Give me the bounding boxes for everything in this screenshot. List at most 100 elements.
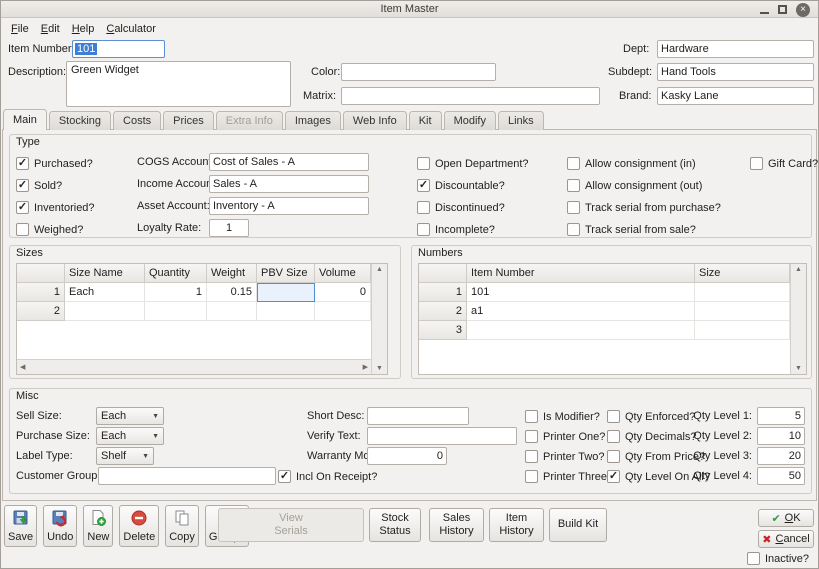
- checkbox-inactive[interactable]: Inactive?: [747, 551, 809, 566]
- tab-modify[interactable]: Modify: [443, 111, 496, 130]
- dept-input[interactable]: [657, 40, 814, 58]
- column-header-size-name[interactable]: Size Name: [65, 264, 145, 283]
- short-desc-input[interactable]: [367, 407, 469, 425]
- row-number-cell[interactable]: 2: [419, 302, 467, 321]
- checkbox-icon[interactable]: [750, 157, 763, 170]
- checkbox-icon[interactable]: [525, 430, 538, 443]
- checkbox-printer-two[interactable]: Printer Two?: [525, 449, 605, 464]
- checkbox-incl-on-receipt[interactable]: Incl On Receipt?: [278, 469, 377, 484]
- row-number-cell[interactable]: 3: [419, 321, 467, 340]
- description-input[interactable]: Green Widget: [66, 61, 291, 107]
- cell-volume[interactable]: 0: [315, 283, 371, 302]
- item-history-button[interactable]: Item History: [489, 508, 544, 542]
- undo-button[interactable]: Undo: [43, 505, 78, 547]
- checkbox-icon[interactable]: [16, 223, 29, 236]
- checkbox-icon[interactable]: [417, 157, 430, 170]
- save-button[interactable]: Save: [4, 505, 38, 547]
- tab-prices[interactable]: Prices: [163, 111, 214, 130]
- column-header-weight[interactable]: Weight: [207, 264, 257, 283]
- checkbox-icon[interactable]: [417, 179, 430, 192]
- cell-volume[interactable]: [315, 302, 371, 321]
- checkbox-qty-enforced[interactable]: Qty Enforced?: [607, 409, 695, 424]
- income-account-input[interactable]: [209, 175, 369, 193]
- checkbox-allow-consignment-out[interactable]: Allow consignment (out): [567, 178, 702, 193]
- checkbox-icon[interactable]: [525, 470, 538, 483]
- checkbox-icon[interactable]: [525, 410, 538, 423]
- vertical-scrollbar[interactable]: ▲ ▼: [790, 264, 806, 374]
- cell-pbv-size[interactable]: [257, 283, 315, 302]
- tab-images[interactable]: Images: [284, 111, 341, 130]
- asset-account-input[interactable]: [209, 197, 369, 215]
- checkbox-icon[interactable]: [607, 470, 620, 483]
- menu-calculator[interactable]: Calculator: [101, 21, 161, 37]
- column-header-size[interactable]: Size: [695, 264, 790, 283]
- cell-quantity[interactable]: [145, 302, 207, 321]
- tab-costs[interactable]: Costs: [113, 111, 162, 130]
- checkbox-open-department[interactable]: Open Department?: [417, 156, 529, 171]
- tab-kit[interactable]: Kit: [408, 111, 442, 130]
- cell-size[interactable]: [695, 321, 790, 340]
- checkbox-icon[interactable]: [16, 179, 29, 192]
- color-input[interactable]: [341, 63, 496, 81]
- ok-button[interactable]: ✔ OK: [758, 509, 814, 527]
- minimize-icon[interactable]: [760, 6, 769, 14]
- menu-help[interactable]: Help: [67, 21, 100, 37]
- copy-button[interactable]: Copy: [165, 505, 199, 547]
- column-header-item-number[interactable]: Item Number: [467, 264, 695, 283]
- sales-history-button[interactable]: Sales History: [429, 508, 484, 542]
- scroll-up-icon[interactable]: ▲: [792, 264, 805, 275]
- checkbox-is-modifier[interactable]: Is Modifier?: [525, 409, 600, 424]
- checkbox-allow-consignment-in[interactable]: Allow consignment (in): [567, 156, 696, 171]
- close-icon[interactable]: ×: [796, 2, 810, 17]
- warranty-months-input[interactable]: [367, 447, 447, 465]
- row-number-cell[interactable]: 1: [17, 283, 65, 302]
- scroll-down-icon[interactable]: ▼: [792, 363, 805, 374]
- checkbox-icon[interactable]: [525, 450, 538, 463]
- cell-size[interactable]: [695, 283, 790, 302]
- scroll-down-icon[interactable]: ▼: [373, 363, 386, 374]
- cell-item-number[interactable]: a1: [467, 302, 695, 321]
- sell-size-dropdown[interactable]: Each ▼: [96, 407, 164, 425]
- scroll-right-icon[interactable]: ▶: [360, 361, 371, 373]
- checkbox-gift-card[interactable]: Gift Card?: [750, 156, 818, 171]
- cell-size[interactable]: [695, 302, 790, 321]
- tab-web-info[interactable]: Web Info: [342, 111, 407, 130]
- checkbox-icon[interactable]: [567, 157, 580, 170]
- scroll-left-icon[interactable]: ◀: [17, 361, 28, 373]
- cell-item-number[interactable]: 101: [467, 283, 695, 302]
- cell-item-number[interactable]: [467, 321, 695, 340]
- checkbox-incomplete[interactable]: Incomplete?: [417, 222, 495, 237]
- checkbox-icon[interactable]: [607, 450, 620, 463]
- horizontal-scrollbar[interactable]: ◀ ▶: [17, 359, 371, 374]
- purchase-size-dropdown[interactable]: Each ▼: [96, 427, 164, 445]
- qty-level-4-input[interactable]: [757, 467, 805, 485]
- brand-input[interactable]: [657, 87, 814, 105]
- cell-pbv-size[interactable]: [257, 302, 315, 321]
- tab-links[interactable]: Links: [497, 111, 544, 130]
- qty-level-2-input[interactable]: [757, 427, 805, 445]
- checkbox-printer-one[interactable]: Printer One?: [525, 429, 605, 444]
- checkbox-discountable[interactable]: Discountable?: [417, 178, 505, 193]
- checkbox-icon[interactable]: [567, 201, 580, 214]
- cell-weight[interactable]: 0.15: [207, 283, 257, 302]
- checkbox-icon[interactable]: [567, 179, 580, 192]
- column-header-quantity[interactable]: Quantity: [145, 264, 207, 283]
- item-number-input[interactable]: 101: [72, 40, 165, 58]
- checkbox-icon[interactable]: [607, 410, 620, 423]
- checkbox-track-serial-sale[interactable]: Track serial from sale?: [567, 222, 696, 237]
- checkbox-sold[interactable]: Sold?: [16, 178, 62, 193]
- column-header-volume[interactable]: Volume: [315, 264, 371, 283]
- row-number-cell[interactable]: 1: [419, 283, 467, 302]
- qty-level-3-input[interactable]: [757, 447, 805, 465]
- subdept-input[interactable]: [657, 63, 814, 81]
- checkbox-icon[interactable]: [417, 201, 430, 214]
- build-kit-button[interactable]: Build Kit: [549, 508, 607, 542]
- qty-level-1-input[interactable]: [757, 407, 805, 425]
- cell-quantity[interactable]: 1: [145, 283, 207, 302]
- checkbox-icon[interactable]: [747, 552, 760, 565]
- verify-text-input[interactable]: [367, 427, 517, 445]
- tab-main[interactable]: Main: [3, 109, 47, 130]
- checkbox-icon[interactable]: [16, 201, 29, 214]
- scroll-up-icon[interactable]: ▲: [373, 264, 386, 275]
- cell-size-name[interactable]: Each: [65, 283, 145, 302]
